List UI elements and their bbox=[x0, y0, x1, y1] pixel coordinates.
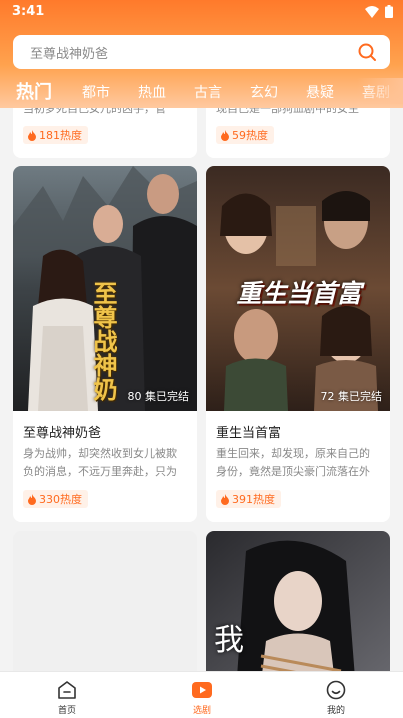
flame-icon bbox=[28, 129, 36, 141]
poster-image bbox=[206, 531, 390, 691]
status-time: 3:41 bbox=[12, 4, 45, 19]
category-tabs: 热门 都市 热血 古言 玄幻 悬疑 喜剧 bbox=[0, 78, 403, 104]
nav-label: 首页 bbox=[57, 706, 76, 716]
status-bar: 3:41 bbox=[0, 0, 403, 24]
heat-badge: 391热度 bbox=[216, 490, 281, 508]
app-screen: 当初梦死自己女儿的凶手，管女… 181热度 现自己是一部狗血剧中的女主角… 59… bbox=[0, 0, 403, 718]
card-title: 重生当首富 bbox=[216, 426, 282, 441]
heat-badge: 59热度 bbox=[216, 126, 274, 144]
tab-hot[interactable]: 热门 bbox=[16, 78, 52, 104]
poster-title-art: 我 bbox=[214, 623, 244, 658]
search-input[interactable]: 至尊战神奶爸 bbox=[30, 43, 357, 62]
drama-card-placeholder[interactable] bbox=[13, 531, 197, 691]
bottom-nav: 首页 选剧 我的 bbox=[0, 671, 403, 718]
heat-value: 181热度 bbox=[39, 129, 82, 142]
nav-home[interactable]: 首页 bbox=[37, 679, 97, 716]
nav-browse[interactable]: 选剧 bbox=[172, 679, 232, 716]
episode-count: 80 集已完结 bbox=[127, 390, 190, 403]
drama-card[interactable]: 我 bbox=[206, 531, 390, 691]
poster-title-art: 重生当首富 bbox=[236, 279, 362, 308]
play-icon bbox=[192, 682, 212, 698]
episode-count: 72 集已完结 bbox=[320, 390, 383, 403]
heat-value: 330热度 bbox=[39, 493, 82, 506]
tab-urban[interactable]: 都市 bbox=[82, 82, 110, 102]
nav-label: 选剧 bbox=[192, 706, 211, 716]
tab-fantasy[interactable]: 玄幻 bbox=[250, 82, 278, 102]
heat-badge: 330热度 bbox=[23, 490, 88, 508]
battery-icon bbox=[385, 5, 393, 18]
search-bar[interactable]: 至尊战神奶爸 bbox=[13, 35, 390, 69]
heat-value: 59热度 bbox=[232, 129, 268, 142]
drama-card[interactable]: 重生当首富 72 集已完结 重生当首富 重生回来，却发现，原来自己的身份，竟然是… bbox=[206, 166, 390, 522]
card-title: 至尊战神奶爸 bbox=[23, 426, 102, 441]
flame-icon bbox=[221, 493, 229, 505]
tab-fade bbox=[357, 78, 403, 104]
card-desc: 重生回来，却发现，原来自己的身份，竟然是顶尖豪门流落在外的… bbox=[216, 447, 370, 478]
tab-ancient[interactable]: 古言 bbox=[194, 82, 222, 102]
nav-label: 我的 bbox=[326, 706, 345, 716]
flame-icon bbox=[221, 129, 229, 141]
status-icons bbox=[365, 5, 393, 18]
heat-value: 391热度 bbox=[232, 493, 275, 506]
smile-icon bbox=[326, 680, 346, 700]
tab-mystery[interactable]: 悬疑 bbox=[306, 82, 334, 102]
poster-title-art: 至尊战神奶爸 bbox=[91, 281, 117, 401]
heat-badge: 181热度 bbox=[23, 126, 88, 144]
home-icon bbox=[58, 681, 76, 699]
nav-profile[interactable]: 我的 bbox=[306, 679, 366, 716]
tab-passion[interactable]: 热血 bbox=[138, 82, 166, 102]
drama-card[interactable]: 至尊战神奶爸 80 集已完结 至尊战神奶爸 身为战帅，却突然收到女儿被欺负的消息… bbox=[13, 166, 197, 522]
card-desc: 身为战帅，却突然收到女儿被欺负的消息，不远万里奔赴，只为护… bbox=[23, 447, 177, 478]
search-icon[interactable] bbox=[357, 42, 377, 62]
app-header: 3:41 至尊战神奶爸 热门 都市 热血 古言 玄幻 悬疑 喜剧 bbox=[0, 0, 403, 108]
wifi-icon bbox=[365, 5, 379, 18]
flame-icon bbox=[28, 493, 36, 505]
